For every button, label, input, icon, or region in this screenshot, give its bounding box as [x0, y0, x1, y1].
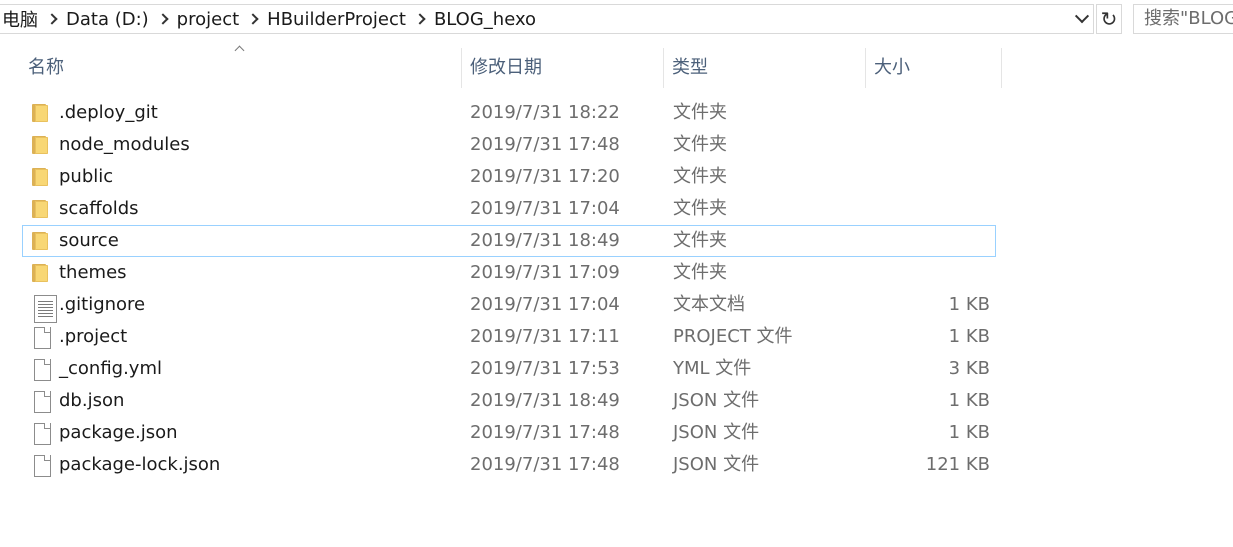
address-bar: 电脑 Data (D:) project HBuilderProject BLO…: [0, 0, 1233, 40]
refresh-button[interactable]: ↻: [1096, 4, 1122, 34]
refresh-icon: ↻: [1100, 7, 1118, 31]
file-icon: [32, 358, 52, 381]
breadcrumb-item-drive[interactable]: Data (D:): [60, 9, 155, 30]
file-size: 1 KB: [948, 294, 990, 315]
file-type: PROJECT 文件: [673, 326, 793, 347]
chevron-right-icon[interactable]: [416, 4, 424, 34]
file-type: 文件夹: [673, 134, 727, 155]
list-item[interactable]: scaffolds 2019/7/31 17:04 文件夹: [22, 193, 996, 225]
breadcrumb-item-project[interactable]: project: [171, 9, 245, 30]
list-item[interactable]: public 2019/7/31 17:20 文件夹: [22, 161, 996, 193]
breadcrumb-item-computer[interactable]: 电脑: [0, 6, 44, 32]
file-name: .project: [59, 326, 128, 347]
list-item[interactable]: _config.yml 2019/7/31 17:53 YML 文件 3 KB: [22, 353, 996, 385]
breadcrumb-item-hbuilderproject[interactable]: HBuilderProject: [261, 9, 412, 30]
breadcrumb-item-blog-hexo[interactable]: BLOG_hexo: [428, 9, 542, 30]
file-size: 1 KB: [948, 422, 990, 443]
chevron-right-icon[interactable]: [249, 4, 257, 34]
list-item[interactable]: .gitignore 2019/7/31 17:04 文本文档 1 KB: [22, 289, 996, 323]
file-size: 3 KB: [948, 358, 990, 379]
file-icon: [32, 390, 52, 413]
file-type: 文件夹: [673, 230, 727, 251]
list-item[interactable]: node_modules 2019/7/31 17:48 文件夹: [22, 129, 996, 161]
file-date: 2019/7/31 18:22: [470, 102, 620, 123]
file-name: package-lock.json: [59, 454, 221, 475]
search-box[interactable]: [1133, 4, 1233, 34]
file-name: public: [59, 166, 114, 187]
list-item[interactable]: .deploy_git 2019/7/31 18:22 文件夹: [22, 97, 996, 129]
file-type: JSON 文件: [673, 454, 760, 475]
folder-icon: [32, 166, 52, 188]
sort-ascending-icon: [234, 46, 244, 52]
list-item[interactable]: source 2019/7/31 18:49 文件夹: [22, 225, 996, 257]
file-type: 文件夹: [673, 102, 727, 123]
file-type: 文本文档: [673, 294, 745, 315]
list-item[interactable]: .project 2019/7/31 17:11 PROJECT 文件 1 KB: [22, 321, 996, 353]
file-type: JSON 文件: [673, 422, 760, 443]
file-size: 121 KB: [925, 454, 990, 475]
file-type: 文件夹: [673, 198, 727, 219]
file-date: 2019/7/31 17:09: [470, 262, 620, 283]
file-date: 2019/7/31 17:11: [470, 326, 620, 347]
file-date: 2019/7/31 17:48: [470, 134, 620, 155]
file-type: 文件夹: [673, 166, 727, 187]
column-header-type[interactable]: 类型: [666, 48, 866, 88]
file-size: 1 KB: [948, 326, 990, 347]
file-date: 2019/7/31 17:04: [470, 294, 620, 315]
file-date: 2019/7/31 18:49: [470, 230, 620, 251]
file-name: source: [59, 230, 119, 251]
file-size: 1 KB: [948, 390, 990, 411]
folder-icon: [32, 134, 52, 156]
folder-icon: [32, 102, 52, 124]
file-name: db.json: [59, 390, 125, 411]
file-date: 2019/7/31 17:20: [470, 166, 620, 187]
file-name: _config.yml: [59, 358, 162, 379]
column-header-date[interactable]: 修改日期: [464, 48, 664, 88]
folder-icon: [32, 230, 52, 252]
file-icon: [32, 422, 52, 445]
file-name: themes: [59, 262, 127, 283]
list-item[interactable]: themes 2019/7/31 17:09 文件夹: [22, 257, 996, 289]
file-type: JSON 文件: [673, 390, 760, 411]
file-name: .deploy_git: [59, 102, 158, 123]
list-item[interactable]: package.json 2019/7/31 17:48 JSON 文件 1 K…: [22, 417, 996, 449]
file-date: 2019/7/31 17:53: [470, 358, 620, 379]
file-name: node_modules: [59, 134, 190, 155]
breadcrumb: 电脑 Data (D:) project HBuilderProject BLO…: [0, 4, 542, 34]
file-type: 文件夹: [673, 262, 727, 283]
folder-icon: [32, 198, 52, 220]
column-header-size[interactable]: 大小: [868, 48, 1002, 88]
folder-icon: [32, 262, 52, 284]
file-name: scaffolds: [59, 198, 139, 219]
file-icon: [32, 326, 52, 349]
file-name: package.json: [59, 422, 178, 443]
chevron-right-icon[interactable]: [159, 4, 167, 34]
chevron-right-icon[interactable]: [48, 4, 56, 34]
file-icon: [32, 454, 52, 477]
column-header-name[interactable]: 名称: [22, 48, 462, 88]
file-name: .gitignore: [59, 294, 146, 315]
text-file-icon: [32, 294, 57, 323]
file-date: 2019/7/31 17:48: [470, 454, 620, 475]
chevron-down-icon[interactable]: [1070, 6, 1094, 32]
file-date: 2019/7/31 17:48: [470, 422, 620, 443]
list-item[interactable]: package-lock.json 2019/7/31 17:48 JSON 文…: [22, 449, 996, 481]
column-header-row: 名称 修改日期 类型 大小: [0, 48, 1233, 88]
file-type: YML 文件: [673, 358, 752, 379]
file-date: 2019/7/31 17:04: [470, 198, 620, 219]
file-date: 2019/7/31 18:49: [470, 390, 620, 411]
list-item[interactable]: db.json 2019/7/31 18:49 JSON 文件 1 KB: [22, 385, 996, 417]
search-input[interactable]: [1144, 8, 1233, 29]
